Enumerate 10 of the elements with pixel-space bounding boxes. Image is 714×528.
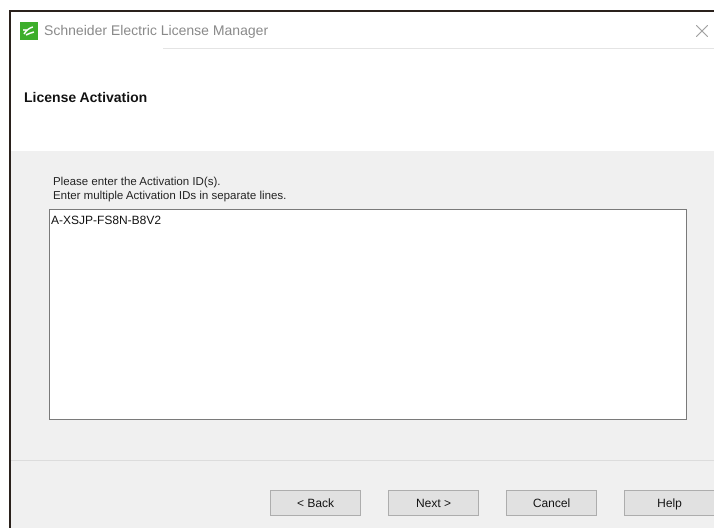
window-title: Schneider Electric License Manager (44, 21, 268, 40)
dialog-button[interactable]: < Back (270, 490, 361, 516)
instruction-text: Please enter the Activation ID(s). (53, 175, 222, 189)
page-title: License Activation (24, 88, 148, 106)
dialog-button[interactable]: Next > (388, 490, 479, 516)
activation-id-field[interactable]: A-XSJP-FS8N-B8V2 (49, 209, 687, 420)
dialog-button[interactable]: Cancel (506, 490, 597, 516)
instruction-text: Enter multiple Activation IDs in separate lines. (53, 189, 288, 203)
close-icon[interactable] (696, 24, 708, 36)
dialog-button[interactable]: Help (624, 490, 714, 516)
